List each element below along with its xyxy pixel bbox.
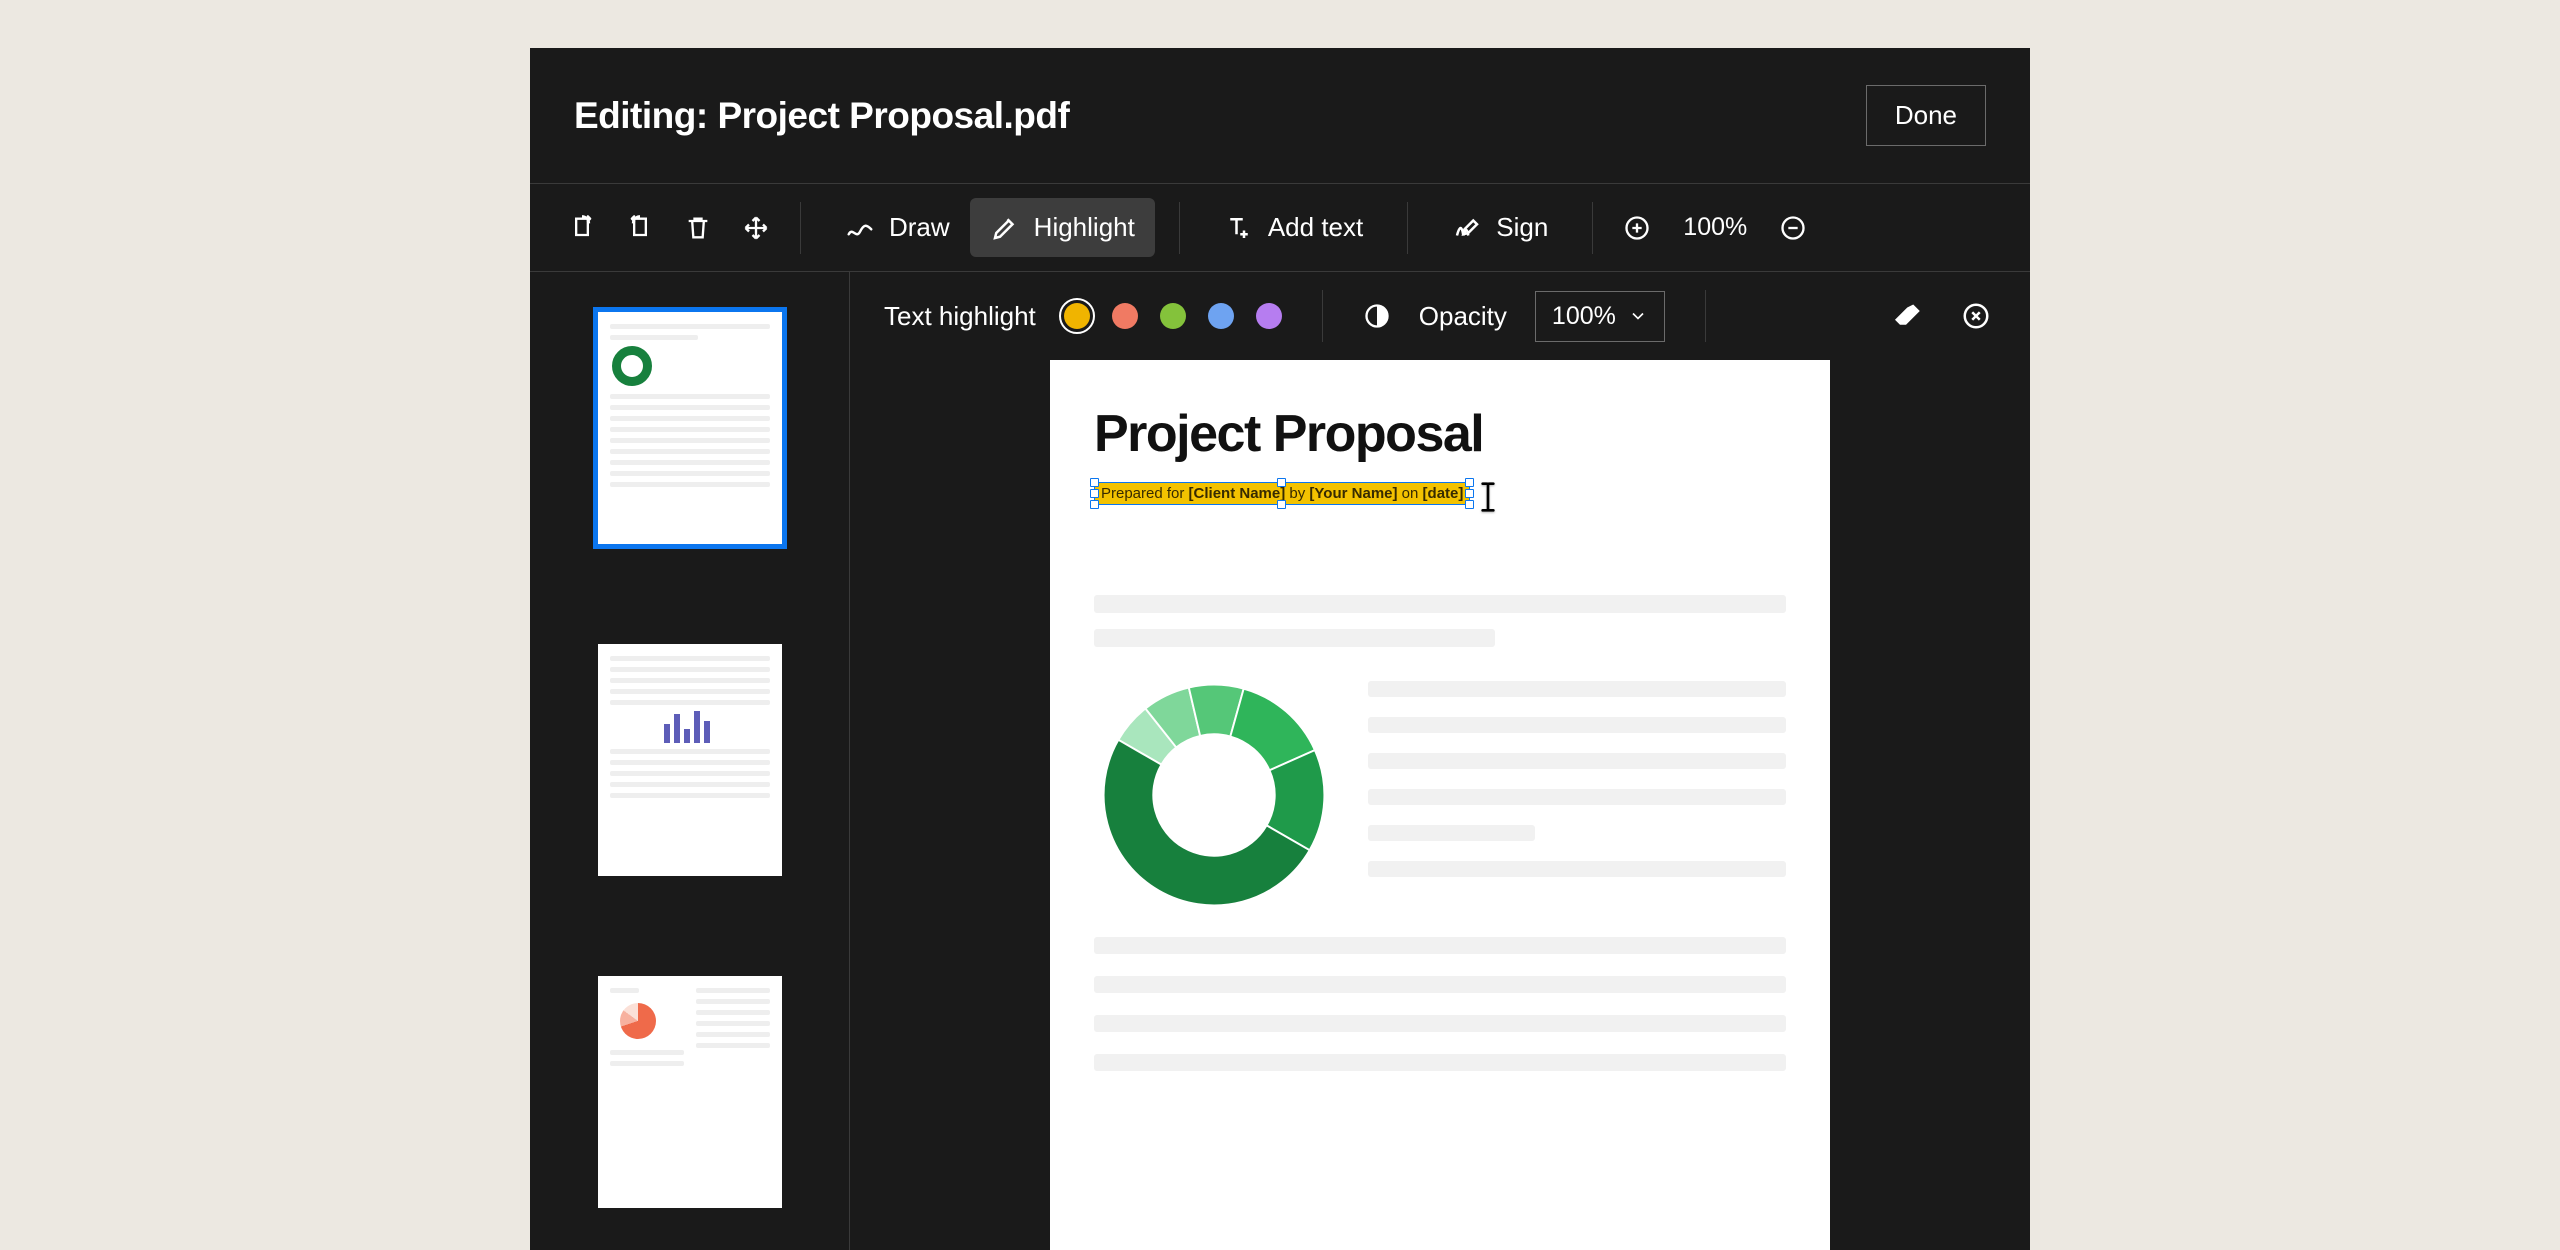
page-thumbnail-sidebar[interactable] [530,272,850,1250]
chart-row [1094,675,1786,915]
highlight-label: Highlight [1034,212,1135,243]
selection-handle[interactable] [1090,478,1099,487]
swatch-yellow[interactable] [1064,303,1090,329]
zoom-level: 100% [1683,213,1747,242]
page-viewport[interactable]: Project Proposal Prepared for [Client Na… [850,360,2030,1250]
selection-handle[interactable] [1465,489,1474,498]
draw-tool-button[interactable]: Draw [825,198,970,257]
eraser-button[interactable] [1888,296,1928,336]
editing-title: Editing: Project Proposal.pdf [574,95,1069,137]
header-bar: Editing: Project Proposal.pdf Done [530,48,2030,184]
highlight-tool-button[interactable]: Highlight [970,198,1155,257]
add-text-label: Add text [1268,212,1363,243]
done-button[interactable]: Done [1866,85,1986,146]
page-thumbnail-3[interactable] [598,976,782,1208]
page-tools-group [562,200,776,256]
swatch-green[interactable] [1160,303,1186,329]
swatch-purple[interactable] [1256,303,1282,329]
selection-handle[interactable] [1090,500,1099,509]
rotate-ccw-button[interactable] [620,208,660,248]
page-thumbnail-1[interactable] [598,312,782,544]
pdf-editor-window: Editing: Project Proposal.pdf Done Draw [530,48,2030,1250]
move-page-button[interactable] [736,208,776,248]
chevron-down-icon [1628,306,1648,326]
rotate-cw-button[interactable] [562,208,602,248]
toolbar-separator [1592,202,1593,254]
draw-label: Draw [889,212,950,243]
selection-handle[interactable] [1277,478,1286,487]
swatch-blue[interactable] [1208,303,1234,329]
text-highlight-label: Text highlight [884,301,1036,332]
selection-handle[interactable] [1090,489,1099,498]
toolbar-separator [1705,290,1706,342]
donut-chart [1094,675,1334,915]
sign-label: Sign [1496,212,1548,243]
selection-handle[interactable] [1277,500,1286,509]
donut-chart-icon [612,346,652,386]
placeholder-paragraph [1094,937,1786,1071]
sign-tool-button[interactable]: Sign [1432,198,1568,257]
opacity-label: Opacity [1419,301,1507,332]
workspace: Text highlight Opacity 100% [530,272,2030,1250]
zoom-group: 100% [1617,200,1813,256]
highlight-right-tools [1888,296,1996,336]
pie-chart-icon [620,1003,656,1039]
page-thumbnail-2[interactable] [598,644,782,876]
highlight-options-toolbar: Text highlight Opacity 100% [850,272,2030,360]
zoom-out-button[interactable] [1773,208,1813,248]
toolbar-separator [1407,202,1408,254]
opacity-icon [1363,302,1391,330]
bar-chart-icon [664,711,770,743]
toolbar-separator [800,202,801,254]
highlighted-text-selection[interactable]: Prepared for [Client Name] by [Your Name… [1094,482,1470,505]
toolbar-separator [1322,290,1323,342]
primary-toolbar: Draw Highlight Add text Sign 100% [530,184,2030,272]
placeholder-paragraph [1368,675,1786,897]
placeholder-paragraph [1094,595,1786,647]
selection-handle[interactable] [1465,478,1474,487]
opacity-value: 100% [1552,302,1616,331]
document-page[interactable]: Project Proposal Prepared for [Client Na… [1050,360,1830,1250]
opacity-select[interactable]: 100% [1535,291,1665,342]
highlight-color-swatches [1064,303,1282,329]
swatch-coral[interactable] [1112,303,1138,329]
toolbar-separator [1179,202,1180,254]
main-area: Text highlight Opacity 100% [850,272,2030,1250]
zoom-in-button[interactable] [1617,208,1657,248]
delete-page-button[interactable] [678,208,718,248]
document-title: Project Proposal [1094,404,1786,464]
clear-highlight-button[interactable] [1956,296,1996,336]
add-text-tool-button[interactable]: Add text [1204,198,1383,257]
selection-handle[interactable] [1465,500,1474,509]
text-cursor-icon [1477,481,1499,517]
